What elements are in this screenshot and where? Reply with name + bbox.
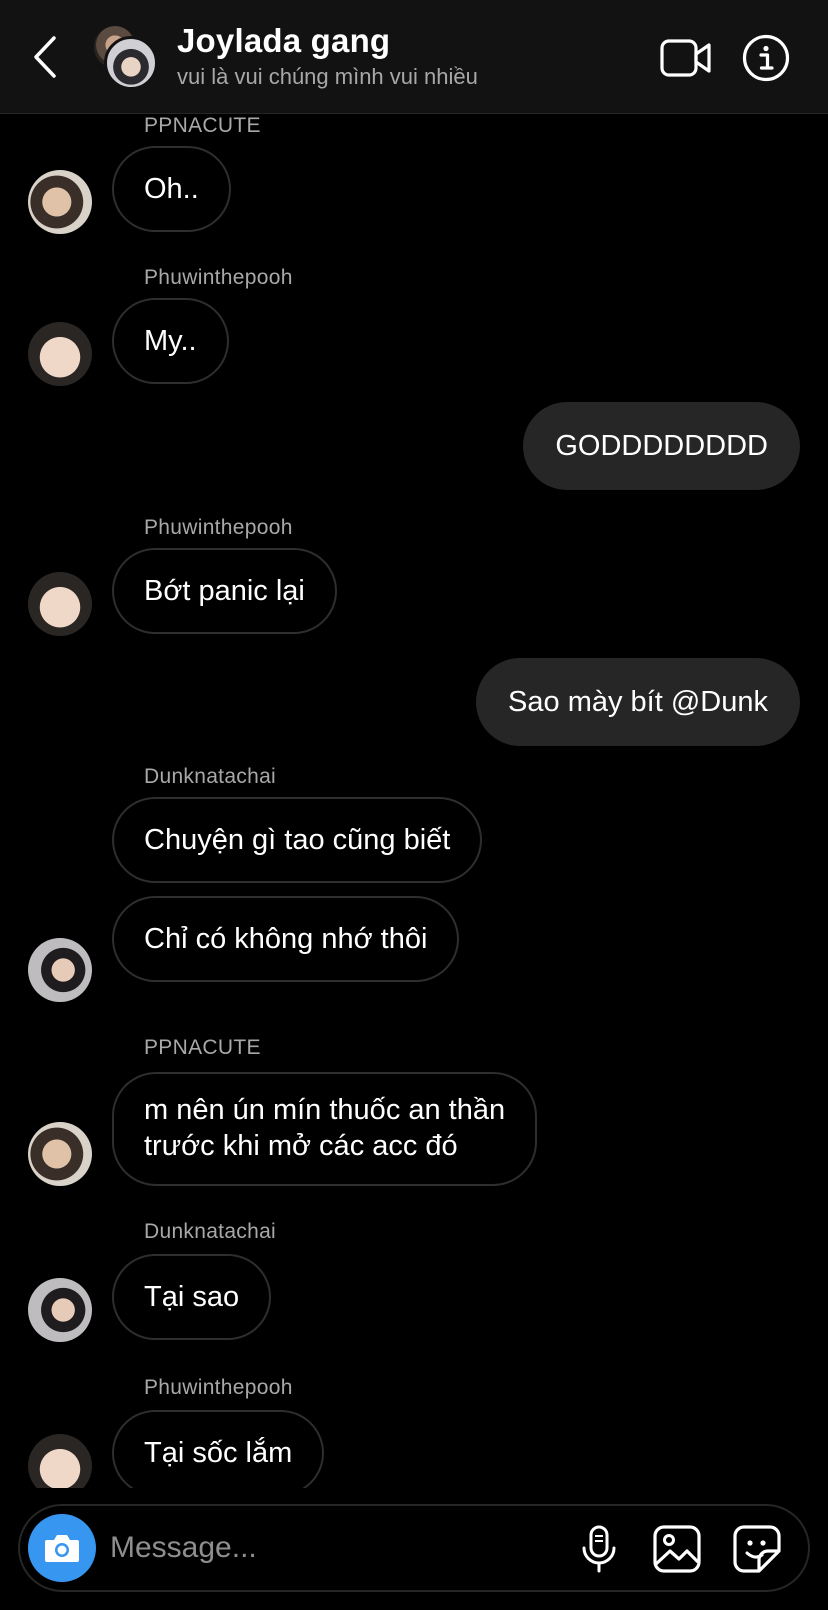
back-button[interactable] [26, 34, 66, 80]
message-text-line: trước khi mở các acc đó [144, 1130, 458, 1162]
sticker-icon [733, 1525, 781, 1573]
message-text: GODDDDDDDD [555, 429, 768, 462]
chevron-left-icon [34, 36, 56, 78]
incoming-message[interactable]: Bớt panic lại [112, 548, 337, 634]
sender-avatar[interactable] [28, 572, 92, 636]
incoming-message[interactable]: Tại sốc lắm [112, 1410, 325, 1488]
message-text: Tại sốc lắm [144, 1436, 293, 1469]
message-input[interactable] [110, 1520, 540, 1576]
info-icon [742, 34, 790, 82]
message-text: Sao mày bít @Dunk [508, 685, 768, 718]
sender-avatar[interactable] [28, 322, 92, 386]
member-avatar [104, 36, 158, 90]
sender-name: Phuwinthepooh [144, 516, 293, 539]
incoming-message[interactable]: Chỉ có không nhớ thôi [112, 896, 460, 982]
info-button[interactable] [742, 34, 790, 82]
sender-name: Dunknatachai [144, 765, 277, 788]
chat-header: Joylada gang vui là vui chúng mình vui n… [0, 0, 828, 114]
sender-avatar[interactable] [28, 938, 92, 1002]
microphone-button[interactable] [578, 1524, 620, 1574]
sender-name: Phuwinthepooh [144, 1376, 293, 1399]
message-text: Tại sao [144, 1280, 240, 1313]
incoming-message[interactable]: Oh.. [112, 146, 231, 232]
chat-title[interactable]: Joylada gang [177, 22, 390, 60]
sender-avatar[interactable] [28, 1278, 92, 1342]
message-text: Oh.. [144, 172, 199, 205]
camera-icon [45, 1535, 79, 1562]
incoming-message[interactable]: m nên ún mín thuốc an thần trước khi mở … [112, 1072, 538, 1186]
sender-avatar[interactable] [28, 1122, 92, 1186]
camera-button[interactable] [28, 1514, 96, 1582]
message-text: Bớt panic lại [144, 574, 305, 607]
outgoing-message[interactable]: GODDDDDDDD [523, 402, 800, 490]
message-list[interactable]: PPNACUTE Oh.. Phuwinthepooh My.. GODDDDD… [0, 114, 828, 1488]
incoming-message[interactable]: My.. [112, 298, 229, 384]
sender-name: Dunknatachai [144, 1220, 277, 1243]
video-call-button[interactable] [660, 36, 712, 80]
message-text-line: m nên ún mín thuốc an thần [144, 1094, 506, 1126]
sender-name: PPNACUTE [144, 114, 261, 137]
group-avatar[interactable] [90, 22, 158, 92]
message-composer [18, 1504, 810, 1592]
sender-name: Phuwinthepooh [144, 266, 293, 289]
video-call-icon [660, 39, 711, 77]
message-text: Chuyện gì tao cũng biết [144, 823, 451, 856]
outgoing-message[interactable]: Sao mày bít @Dunk [476, 658, 800, 746]
sender-avatar[interactable] [28, 170, 92, 234]
sender-name: PPNACUTE [144, 1036, 261, 1059]
microphone-icon [582, 1525, 616, 1573]
message-text: My.. [144, 324, 197, 357]
chat-subtitle: vui là vui chúng mình vui nhiều [177, 64, 478, 89]
message-text: Chỉ có không nhớ thôi [144, 922, 428, 955]
incoming-message[interactable]: Chuyện gì tao cũng biết [112, 797, 483, 883]
gallery-button[interactable] [652, 1524, 702, 1574]
chat-screen: Joylada gang vui là vui chúng mình vui n… [0, 0, 828, 1610]
incoming-message[interactable]: Tại sao [112, 1254, 272, 1340]
gallery-icon [653, 1525, 701, 1573]
sticker-button[interactable] [732, 1524, 782, 1574]
sender-avatar[interactable] [28, 1434, 92, 1488]
